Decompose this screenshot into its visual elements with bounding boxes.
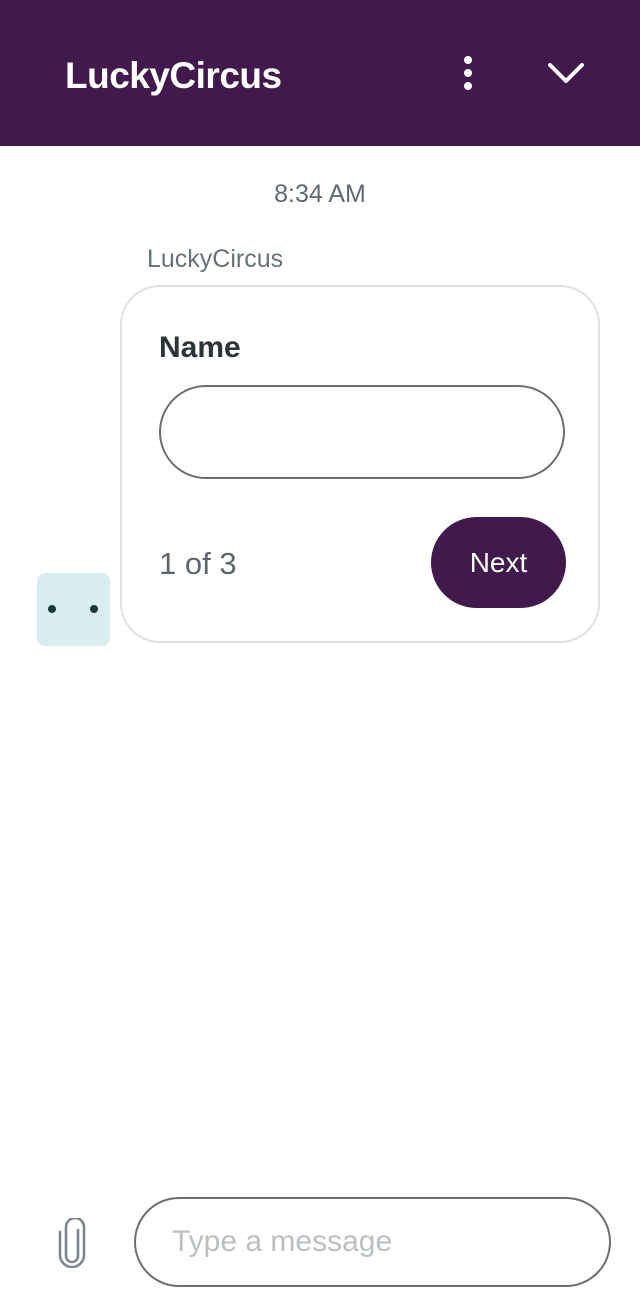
chat-header: LuckyCircus (0, 0, 640, 146)
name-field-label: Name (159, 331, 241, 364)
message-input[interactable] (134, 1197, 611, 1287)
attach-file-button[interactable] (52, 1214, 92, 1272)
paperclip-icon (58, 1218, 86, 1268)
minimize-chat-button[interactable] (540, 50, 592, 96)
chevron-down-icon (548, 63, 584, 83)
form-card: Name 1 of 3 Next (120, 285, 600, 643)
chat-title: LuckyCircus (65, 55, 282, 96)
next-button[interactable]: Next (431, 517, 566, 608)
bot-avatar (37, 573, 110, 646)
message-timestamp: 8:34 AM (274, 180, 366, 208)
form-step-indicator: 1 of 3 (159, 546, 237, 581)
more-vertical-icon (464, 56, 472, 90)
bot-face-icon (90, 605, 98, 613)
name-input[interactable] (159, 385, 565, 479)
bot-face-icon (48, 605, 56, 613)
more-options-button[interactable] (448, 50, 488, 96)
sender-name: LuckyCircus (147, 245, 284, 273)
